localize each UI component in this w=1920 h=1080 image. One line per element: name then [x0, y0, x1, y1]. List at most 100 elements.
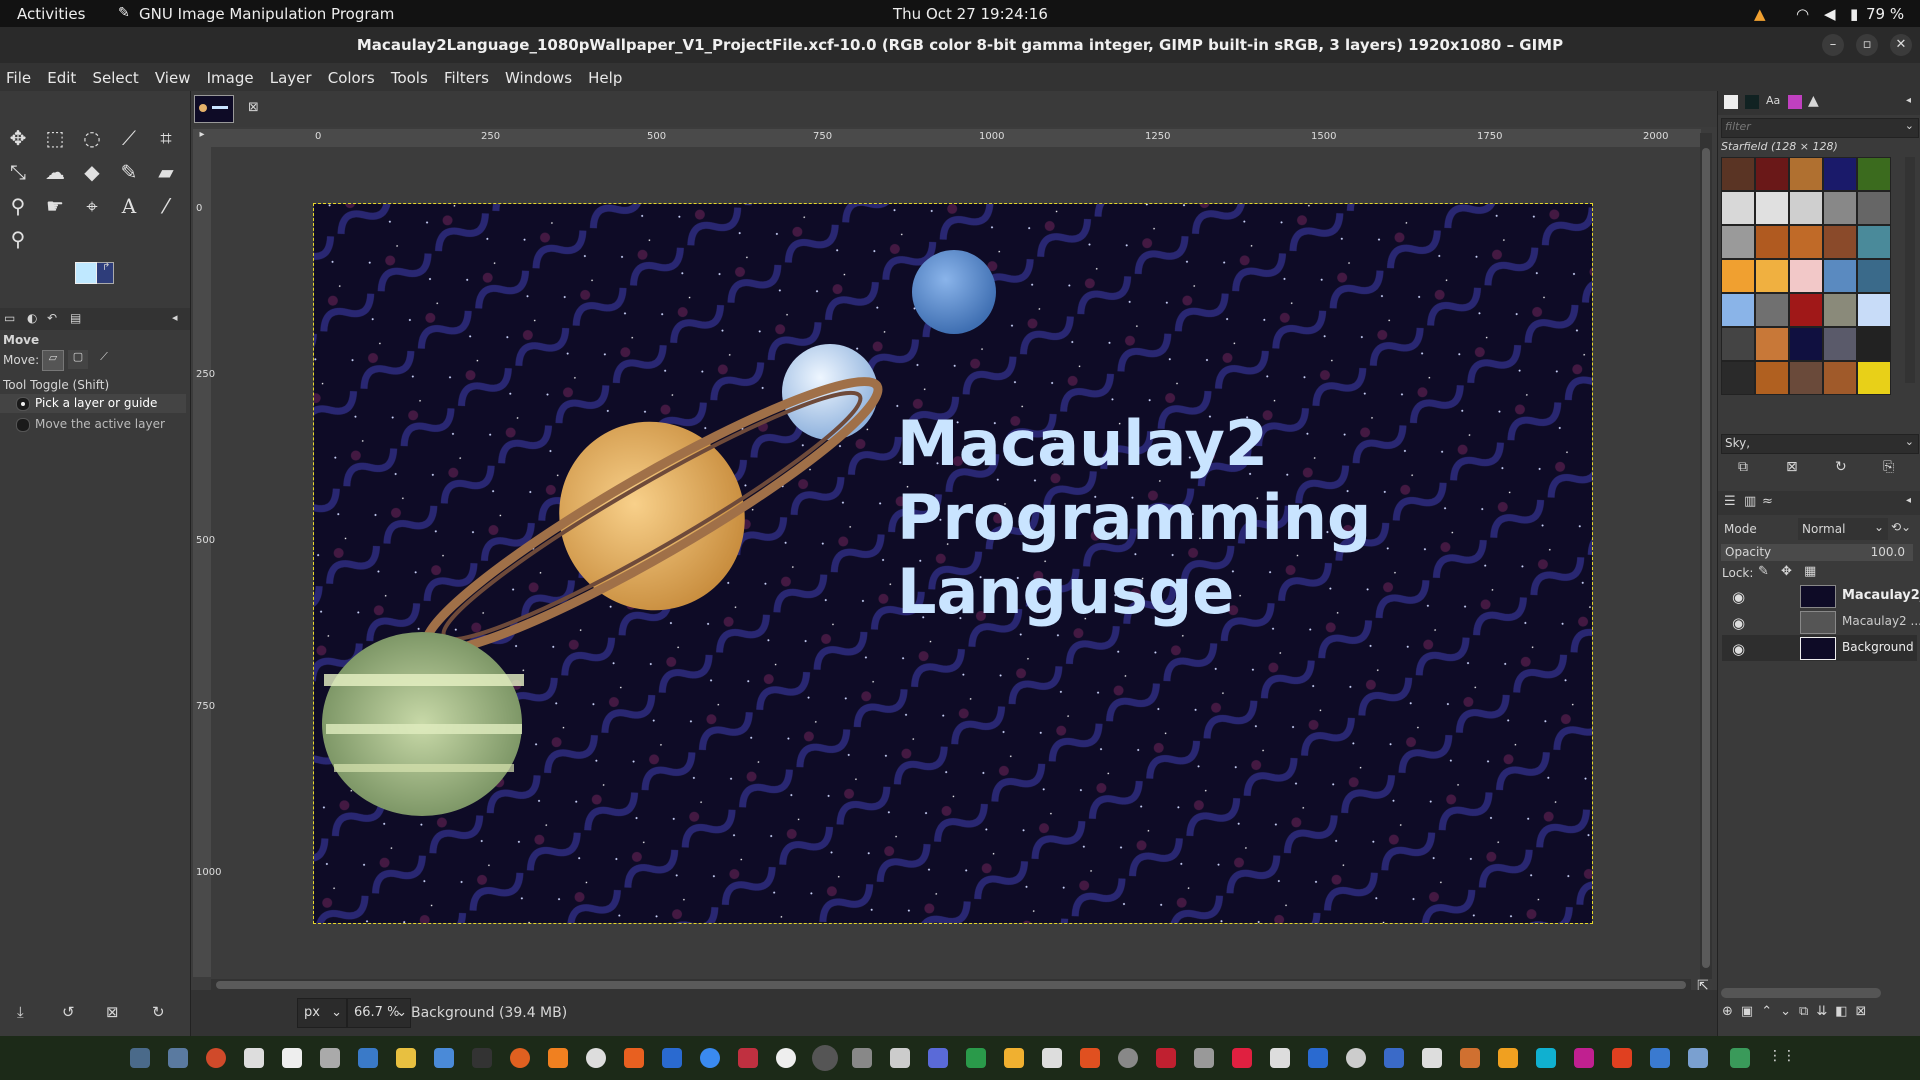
taskbar-app-icon[interactable] [1042, 1048, 1062, 1068]
app-menu-name[interactable]: GNU Image Manipulation Program [139, 5, 394, 23]
activities-button[interactable]: Activities [17, 5, 85, 23]
channels-tab-icon[interactable]: ▥ [1744, 494, 1756, 509]
pick-layer-radio[interactable] [16, 397, 30, 411]
vlc-tray-icon[interactable]: ▲ [1754, 5, 1766, 23]
taskbar-app-icon[interactable] [1688, 1048, 1708, 1068]
tag-dropdown-icon[interactable]: ⌄ [1905, 435, 1914, 448]
menu-select[interactable]: Select [86, 63, 144, 87]
duplicate-pattern-icon[interactable]: ⧉ [1738, 459, 1748, 475]
merge-layer-icon[interactable]: ⇊ [1816, 1004, 1835, 1019]
taskbar-app-icon[interactable] [1232, 1048, 1252, 1068]
swap-colors-icon[interactable]: ↱ [102, 262, 110, 273]
taskbar-app-icon[interactable] [1080, 1048, 1100, 1068]
lasso-tool-icon[interactable]: ◌ [77, 123, 107, 153]
image-canvas[interactable]: Macaulay2 Programming Langusge [313, 203, 1593, 924]
show-apps-grid-icon[interactable]: ⋮⋮ [1768, 1048, 1796, 1068]
layer-visibility-eye-icon[interactable]: ◉ [1732, 614, 1745, 632]
pattern-filter-input[interactable]: filter ⌄ [1721, 118, 1919, 138]
taskbar-app-icon[interactable] [510, 1048, 530, 1068]
reset-tool-options-icon[interactable]: ↻ [152, 1003, 165, 1021]
clock[interactable]: Thu Oct 27 19:24:16 [893, 5, 1048, 23]
taskbar-app-icon[interactable] [1346, 1048, 1366, 1068]
save-tool-preset-icon[interactable]: ⤓ [17, 1003, 24, 1021]
layer-row[interactable]: ◉ Macaulay2 ... [1722, 609, 1920, 635]
pattern-swatch[interactable] [1823, 191, 1857, 225]
taskbar-app-icon[interactable] [548, 1048, 568, 1068]
pattern-swatch[interactable] [1721, 293, 1755, 327]
layer-visibility-eye-icon[interactable]: ◉ [1732, 640, 1745, 658]
raise-layer-icon[interactable]: ⌃ [1761, 1004, 1780, 1019]
menu-view[interactable]: View [149, 63, 197, 87]
layer-row[interactable]: ◉ Macaulay2_Lo [1722, 583, 1920, 609]
smudge-tool-icon[interactable]: ☛ [40, 191, 70, 221]
fonts-tab-icon[interactable]: Aa [1766, 94, 1780, 107]
mode-dropdown-icon[interactable]: ⌄ [1874, 520, 1884, 534]
dock-menu-icon[interactable]: ◂ [1906, 95, 1911, 106]
battery-icon[interactable]: ▮ [1850, 5, 1858, 23]
opacity-slider[interactable]: Opacity 100.0 [1721, 544, 1913, 561]
menu-colors[interactable]: Colors [322, 63, 381, 87]
move-selection-mode-icon[interactable]: ▢ [68, 350, 88, 369]
pattern-swatch[interactable] [1721, 361, 1755, 395]
minimize-button[interactable]: – [1822, 34, 1844, 56]
pattern-swatch[interactable] [1755, 259, 1789, 293]
menu-edit[interactable]: Edit [41, 63, 82, 87]
taskbar-app-icon[interactable] [890, 1048, 910, 1068]
option-pick-layer-row[interactable]: Pick a layer or guide [0, 394, 186, 413]
taskbar-app-icon[interactable] [396, 1048, 416, 1068]
pattern-swatch[interactable] [1823, 259, 1857, 293]
menu-filters[interactable]: Filters [438, 63, 495, 87]
lock-alpha-icon[interactable]: ▦ [1804, 564, 1816, 579]
scale-tool-icon[interactable]: ⤡ [3, 157, 33, 187]
taskbar-app-icon[interactable] [1004, 1048, 1024, 1068]
pattern-swatch[interactable] [1823, 157, 1857, 191]
close-window-button[interactable]: ✕ [1890, 34, 1912, 56]
horizontal-ruler[interactable]: 0 250 500 750 1000 1250 1500 1750 2000 [211, 129, 1701, 147]
menu-tools[interactable]: Tools [385, 63, 434, 87]
taskbar-app-icon[interactable] [966, 1048, 986, 1068]
filter-dropdown-icon[interactable]: ⌄ [1905, 119, 1914, 132]
undo-history-tab-icon[interactable]: ↶ [47, 311, 57, 325]
taskbar-app-icon[interactable] [206, 1048, 226, 1068]
taskbar-app-icon[interactable] [1422, 1048, 1442, 1068]
pattern-swatch[interactable] [1789, 293, 1823, 327]
warp-tool-icon[interactable]: ☁ [40, 157, 70, 187]
text-tab-icon[interactable]: ▲ [1808, 93, 1819, 109]
menu-layer[interactable]: Layer [264, 63, 318, 87]
taskbar-app-icon[interactable] [586, 1048, 606, 1068]
brushes-tab-icon[interactable] [1724, 95, 1738, 109]
refresh-patterns-icon[interactable]: ↻ [1835, 459, 1847, 475]
pattern-swatch[interactable] [1789, 191, 1823, 225]
layer-row-active[interactable]: ◉ Background [1722, 635, 1917, 661]
lower-layer-icon[interactable]: ⌄ [1780, 1004, 1799, 1019]
delete-pattern-icon[interactable]: ⊠ [1786, 459, 1798, 475]
pattern-swatch[interactable] [1823, 293, 1857, 327]
pattern-swatch[interactable] [1857, 225, 1891, 259]
crop-tool-icon[interactable]: ⌗ [151, 123, 181, 153]
image-tab-thumbnail[interactable] [194, 95, 234, 123]
pattern-swatch[interactable] [1721, 225, 1755, 259]
taskbar-app-icon[interactable] [1612, 1048, 1632, 1068]
taskbar-app-icon[interactable] [624, 1048, 644, 1068]
delete-tool-preset-icon[interactable]: ⊠ [106, 1003, 119, 1021]
taskbar-app-icon[interactable] [1574, 1048, 1594, 1068]
taskbar-app-icon[interactable] [700, 1048, 720, 1068]
taskbar-app-icon[interactable] [320, 1048, 340, 1068]
pattern-swatch[interactable] [1789, 157, 1823, 191]
layers-dock-menu-icon[interactable]: ◂ [1906, 495, 1911, 506]
taskbar-app-icon[interactable] [738, 1048, 758, 1068]
layers-tab-icon[interactable]: ☰ [1724, 494, 1736, 509]
taskbar-app-icon[interactable] [434, 1048, 454, 1068]
restore-tool-preset-icon[interactable]: ↺ [62, 1003, 75, 1021]
images-tab-icon[interactable]: ▤ [70, 311, 81, 325]
close-image-tab-icon[interactable]: ⊠ [248, 100, 259, 115]
pattern-swatch[interactable] [1857, 361, 1891, 395]
pattern-swatch[interactable] [1857, 327, 1891, 361]
color-picker-tool-icon[interactable]: ⁄ [151, 191, 181, 221]
taskbar-app-icon[interactable] [168, 1048, 188, 1068]
pattern-swatch[interactable] [1823, 327, 1857, 361]
vertical-scrollbar[interactable] [1700, 133, 1712, 979]
zoom-select[interactable]: 66.7 % ⌄ [347, 998, 411, 1028]
pattern-swatch[interactable] [1755, 293, 1789, 327]
tool-options-tab-icon[interactable]: ▭ [4, 311, 15, 325]
